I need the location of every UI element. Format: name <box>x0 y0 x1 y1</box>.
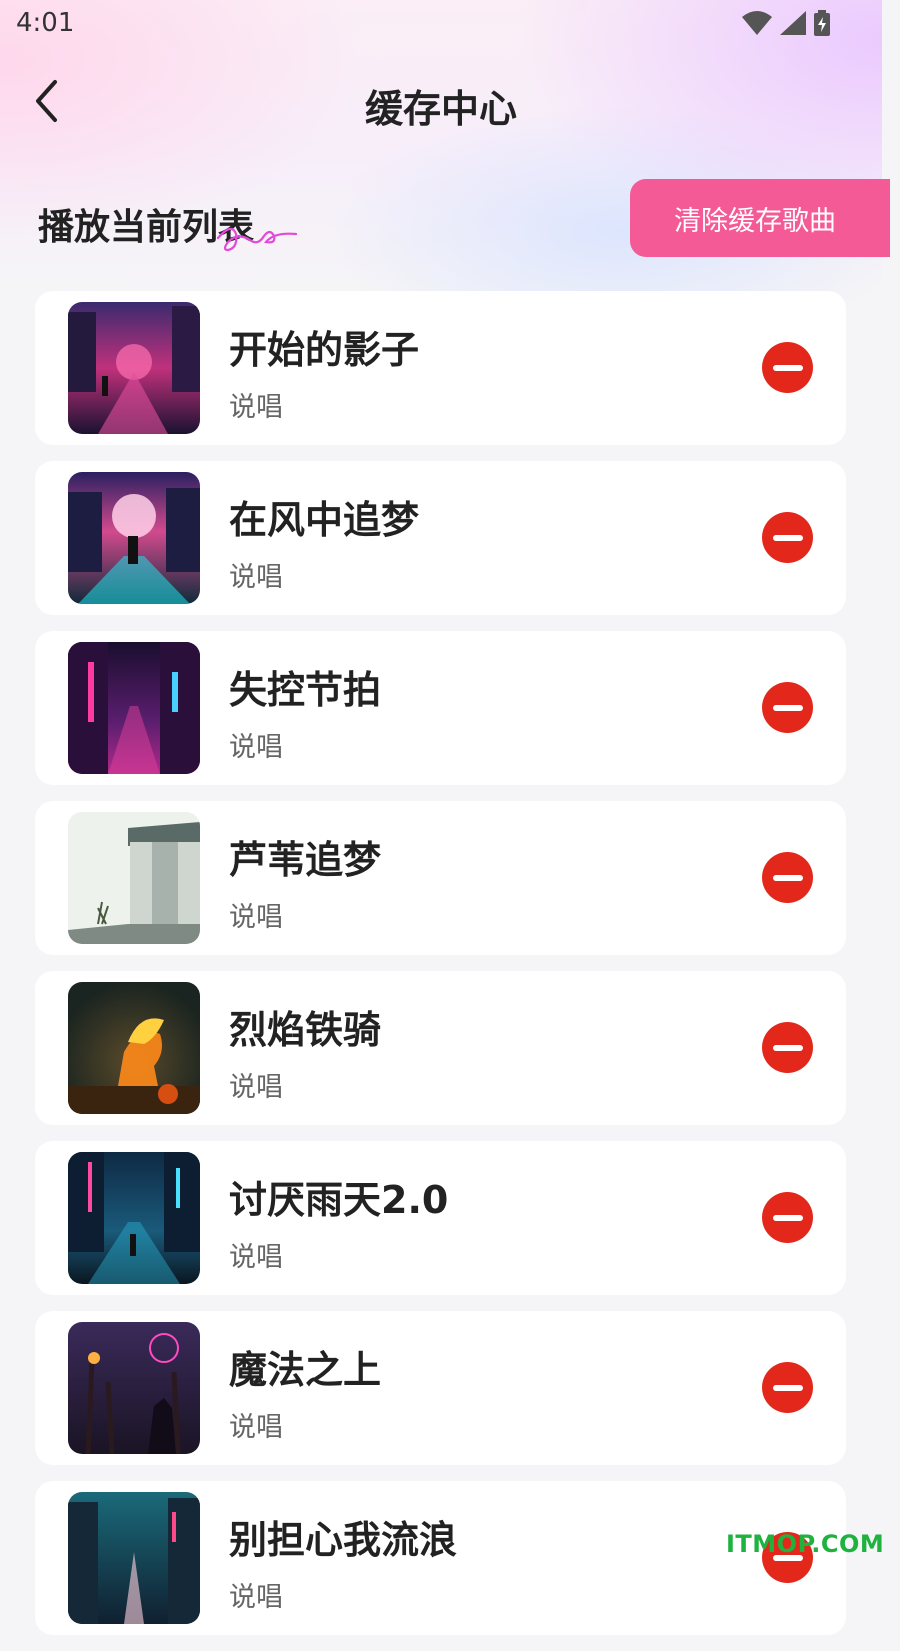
song-title: 在风中追梦 <box>229 498 420 542</box>
decorative-squiggle-icon <box>216 227 298 252</box>
song-genre: 说唱 <box>229 902 283 933</box>
song-title: 开始的影子 <box>229 328 420 372</box>
remove-song-button[interactable] <box>762 1192 813 1243</box>
remove-song-button[interactable] <box>762 682 813 733</box>
remove-song-button[interactable] <box>762 342 813 393</box>
remove-song-button[interactable] <box>762 1022 813 1073</box>
album-cover <box>68 1322 200 1454</box>
song-genre: 说唱 <box>229 1242 283 1273</box>
album-cover <box>68 1492 200 1624</box>
song-title: 魔法之上 <box>229 1348 382 1392</box>
app-header: 缓存中心 <box>0 60 882 150</box>
minus-icon <box>772 1044 803 1051</box>
signal-icon <box>780 11 806 35</box>
minus-icon <box>772 534 803 541</box>
watermark-text: ITMOP.COM <box>726 1530 885 1558</box>
song-title: 别担心我流浪 <box>229 1518 458 1562</box>
song-item[interactable]: 失控节拍 说唱 <box>35 631 846 785</box>
wifi-icon <box>742 11 772 35</box>
song-item[interactable]: 讨厌雨天2.0 说唱 <box>35 1141 846 1295</box>
song-genre: 说唱 <box>229 1072 283 1103</box>
song-title: 烈焰铁骑 <box>229 1008 382 1052</box>
song-item[interactable]: 芦苇追梦 说唱 <box>35 801 846 955</box>
song-genre: 说唱 <box>229 1582 283 1613</box>
song-item[interactable]: 魔法之上 说唱 <box>35 1311 846 1465</box>
song-genre: 说唱 <box>229 732 283 763</box>
status-icons <box>742 10 830 36</box>
song-list: 开始的影子 说唱 在风中追梦 说唱 失控节拍 说唱 芦苇追梦 说唱 烈焰铁骑 说… <box>35 291 846 1651</box>
status-bar: 4:01 <box>0 0 882 48</box>
minus-icon <box>772 1384 803 1391</box>
album-cover <box>68 302 200 434</box>
minus-icon <box>772 874 803 881</box>
album-cover <box>68 472 200 604</box>
album-cover <box>68 812 200 944</box>
album-cover <box>68 982 200 1114</box>
minus-icon <box>772 1214 803 1221</box>
battery-icon <box>814 10 830 36</box>
minus-icon <box>772 364 803 371</box>
song-item[interactable]: 烈焰铁骑 说唱 <box>35 971 846 1125</box>
clear-cache-button[interactable]: 清除缓存歌曲 <box>630 179 890 257</box>
album-cover <box>68 1152 200 1284</box>
song-genre: 说唱 <box>229 1412 283 1443</box>
status-time: 4:01 <box>16 8 75 38</box>
album-cover <box>68 642 200 774</box>
song-genre: 说唱 <box>229 392 283 423</box>
song-item[interactable]: 别担心我流浪 说唱 <box>35 1481 846 1635</box>
remove-song-button[interactable] <box>762 852 813 903</box>
song-title: 芦苇追梦 <box>229 838 382 882</box>
page-title: 缓存中心 <box>364 87 517 131</box>
song-title: 讨厌雨天2.0 <box>229 1178 449 1222</box>
minus-icon <box>772 704 803 711</box>
song-item[interactable]: 在风中追梦 说唱 <box>35 461 846 615</box>
song-item[interactable]: 开始的影子 说唱 <box>35 291 846 445</box>
remove-song-button[interactable] <box>762 512 813 563</box>
song-genre: 说唱 <box>229 562 283 593</box>
remove-song-button[interactable] <box>762 1362 813 1413</box>
song-title: 失控节拍 <box>229 668 382 712</box>
